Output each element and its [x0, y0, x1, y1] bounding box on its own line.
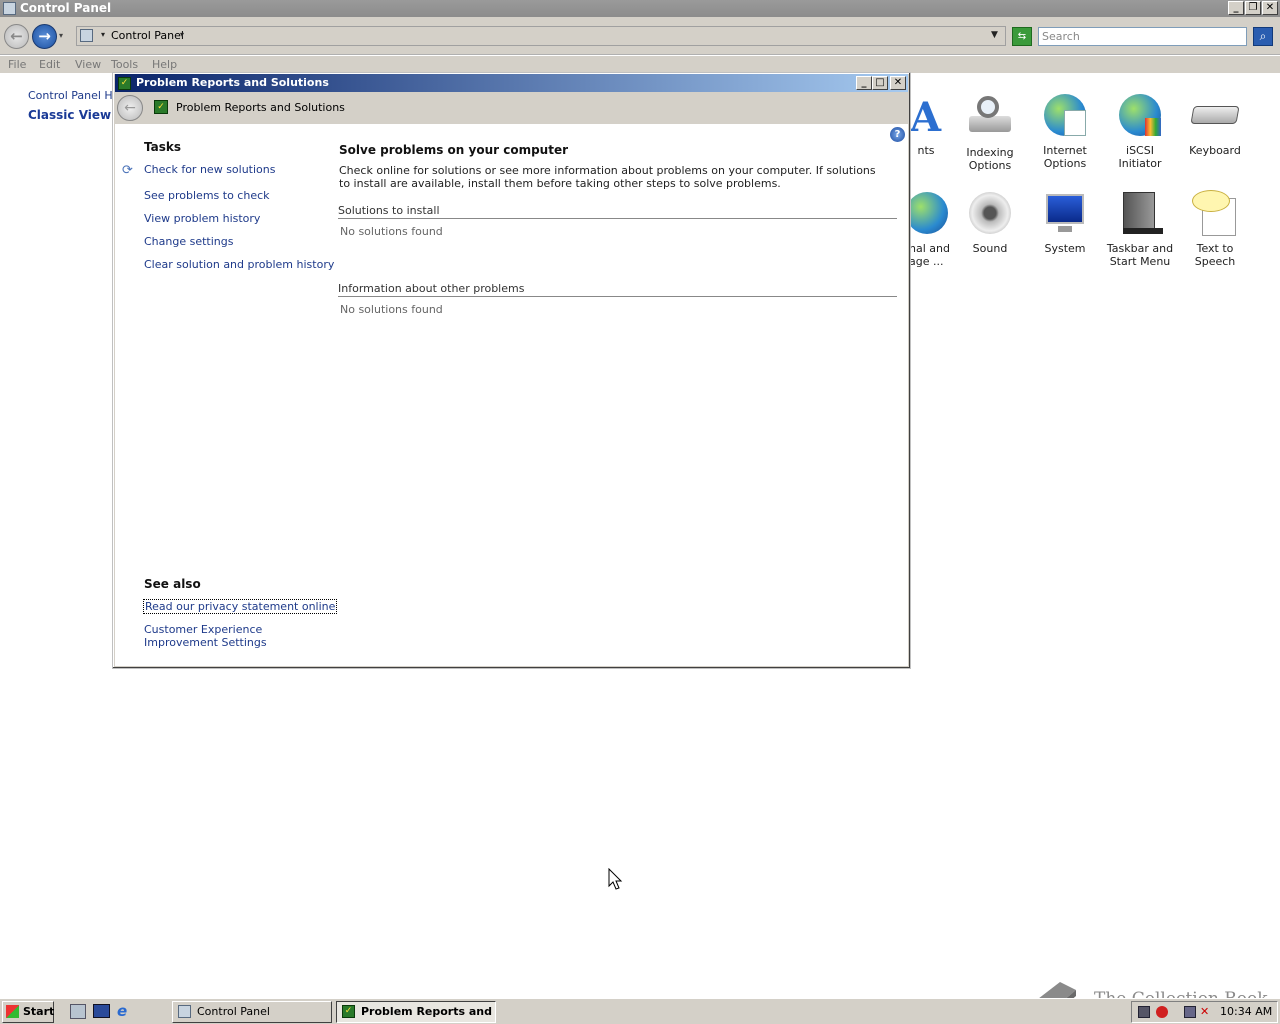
dialog-minimize-button[interactable]: _	[856, 76, 872, 90]
server-manager-icon[interactable]	[70, 1004, 86, 1019]
cp-item-sound[interactable]: Sound	[953, 190, 1027, 255]
indexing-icon	[967, 94, 1013, 140]
address-segment[interactable]: Control Panel	[111, 29, 184, 42]
close-button[interactable]: ✕	[1262, 1, 1278, 15]
cp-item-system[interactable]: System	[1028, 190, 1102, 255]
internet-options-icon	[1042, 92, 1088, 138]
main-window-title: Control Panel	[20, 1, 112, 15]
task-change-settings[interactable]: Change settings	[144, 235, 233, 248]
mouse-cursor-icon	[608, 868, 623, 890]
main-heading: Solve problems on your computer	[339, 143, 569, 157]
problem-reports-icon: ✓	[342, 1005, 355, 1018]
menu-tools[interactable]: Tools	[111, 58, 138, 71]
cp-item-keyboard[interactable]: Keyboard	[1178, 92, 1252, 157]
sound-icon	[967, 190, 1013, 236]
forward-button[interactable]: →	[32, 24, 57, 49]
privacy-statement-link[interactable]: Read our privacy statement online	[142, 599, 338, 614]
system-tray: ✕ 10:34 AM	[1131, 1001, 1278, 1023]
back-button[interactable]: ←	[4, 24, 29, 49]
search-icon[interactable]: ⌕	[1253, 27, 1273, 46]
keyboard-icon	[1190, 92, 1240, 138]
menu-edit[interactable]: Edit	[39, 58, 60, 71]
volume-muted-icon[interactable]: ✕	[1200, 1005, 1209, 1018]
taskbar: Start e Control Panel ✓ Problem Reports …	[0, 998, 1280, 1024]
clock[interactable]: 10:34 AM	[1220, 1005, 1272, 1018]
problem-reports-icon: ✓	[118, 77, 131, 90]
windows-logo-icon	[6, 1005, 19, 1018]
cp-item-iscsi-initiator[interactable]: iSCSI Initiator	[1103, 92, 1177, 170]
control-panel-icon	[3, 2, 16, 15]
internet-explorer-icon[interactable]: e	[117, 1002, 127, 1020]
menu-bar: File Edit View Tools Help	[0, 56, 1280, 73]
cp-item-indexing-options[interactable]: Indexing Options	[953, 94, 1027, 172]
dialog-nav-title: Problem Reports and Solutions	[176, 101, 345, 114]
taskbar-problem-reports[interactable]: ✓ Problem Reports and ...	[336, 1001, 496, 1023]
tasks-heading: Tasks	[144, 140, 182, 154]
search-input[interactable]: Search	[1038, 27, 1247, 46]
minimize-button[interactable]: _	[1228, 1, 1244, 15]
refresh-icon[interactable]: ⇆	[1012, 27, 1032, 46]
check-solutions-icon: ⟳	[122, 163, 133, 178]
main-window-titlebar: Control Panel _ ❐ ✕	[0, 0, 1280, 17]
address-bar[interactable]: ▾ Control Panel ▾ ▼	[76, 26, 1006, 46]
task-check-new-solutions[interactable]: Check for new solutions	[144, 163, 275, 176]
address-dropdown-icon[interactable]: ▼	[991, 30, 998, 40]
menu-view[interactable]: View	[75, 58, 101, 71]
network-icon[interactable]	[1138, 1006, 1150, 1018]
problem-reports-icon: ✓	[154, 100, 168, 114]
dialog-back-button[interactable]: ←	[117, 95, 143, 121]
description-text: Check online for solutions or see more i…	[339, 164, 876, 190]
control-panel-icon	[178, 1005, 191, 1018]
chevron-down-icon[interactable]: ▾	[180, 30, 184, 39]
speech-icon	[1192, 190, 1238, 236]
classic-view-link[interactable]: Classic View	[28, 108, 111, 122]
dialog-close-button[interactable]: ✕	[890, 76, 906, 90]
dialog-titlebar: ✓ Problem Reports and Solutions _ □ ✕	[115, 74, 908, 92]
solutions-to-install-heading: Solutions to install	[338, 204, 897, 219]
solutions-empty-text: No solutions found	[340, 225, 443, 238]
taskbar-icon	[1117, 190, 1163, 236]
task-view-history[interactable]: View problem history	[144, 212, 260, 225]
chevron-down-icon[interactable]: ▾	[101, 30, 105, 39]
cp-item-taskbar-start-menu[interactable]: Taskbar and Start Menu	[1103, 190, 1177, 268]
iscsi-icon	[1117, 92, 1163, 138]
task-clear-history[interactable]: Clear solution and problem history	[144, 258, 334, 271]
show-desktop-icon[interactable]	[93, 1004, 110, 1018]
dialog-title: Problem Reports and Solutions	[136, 76, 329, 89]
control-panel-icon	[80, 29, 93, 42]
taskbar-control-panel[interactable]: Control Panel	[172, 1001, 332, 1023]
other-problems-empty-text: No solutions found	[340, 303, 443, 316]
dialog-nav-bar: ← ✓ Problem Reports and Solutions	[115, 92, 908, 124]
start-button[interactable]: Start	[2, 1001, 54, 1023]
task-see-problems[interactable]: See problems to check	[144, 189, 270, 202]
security-alert-icon[interactable]	[1156, 1006, 1168, 1018]
cp-item-internet-options[interactable]: Internet Options	[1028, 92, 1102, 170]
menu-help[interactable]: Help	[152, 58, 177, 71]
navigation-bar: ← → ▾ ▾ Control Panel ▾ ▼ ⇆ Search ⌕	[0, 17, 1280, 55]
dialog-maximize-button[interactable]: □	[872, 76, 888, 90]
ceip-settings-link[interactable]: Customer Experience Improvement Settings	[144, 623, 274, 649]
menu-file[interactable]: File	[8, 58, 26, 71]
cp-item-text-to-speech[interactable]: Text to Speech	[1178, 190, 1252, 268]
monitor-icon[interactable]	[1184, 1006, 1196, 1018]
other-problems-heading: Information about other problems	[338, 282, 897, 297]
help-icon[interactable]: ?	[890, 127, 905, 142]
history-dropdown-icon[interactable]: ▾	[59, 31, 63, 40]
restore-button[interactable]: ❐	[1245, 1, 1261, 15]
see-also-heading: See also	[144, 577, 201, 591]
system-icon	[1042, 190, 1088, 236]
